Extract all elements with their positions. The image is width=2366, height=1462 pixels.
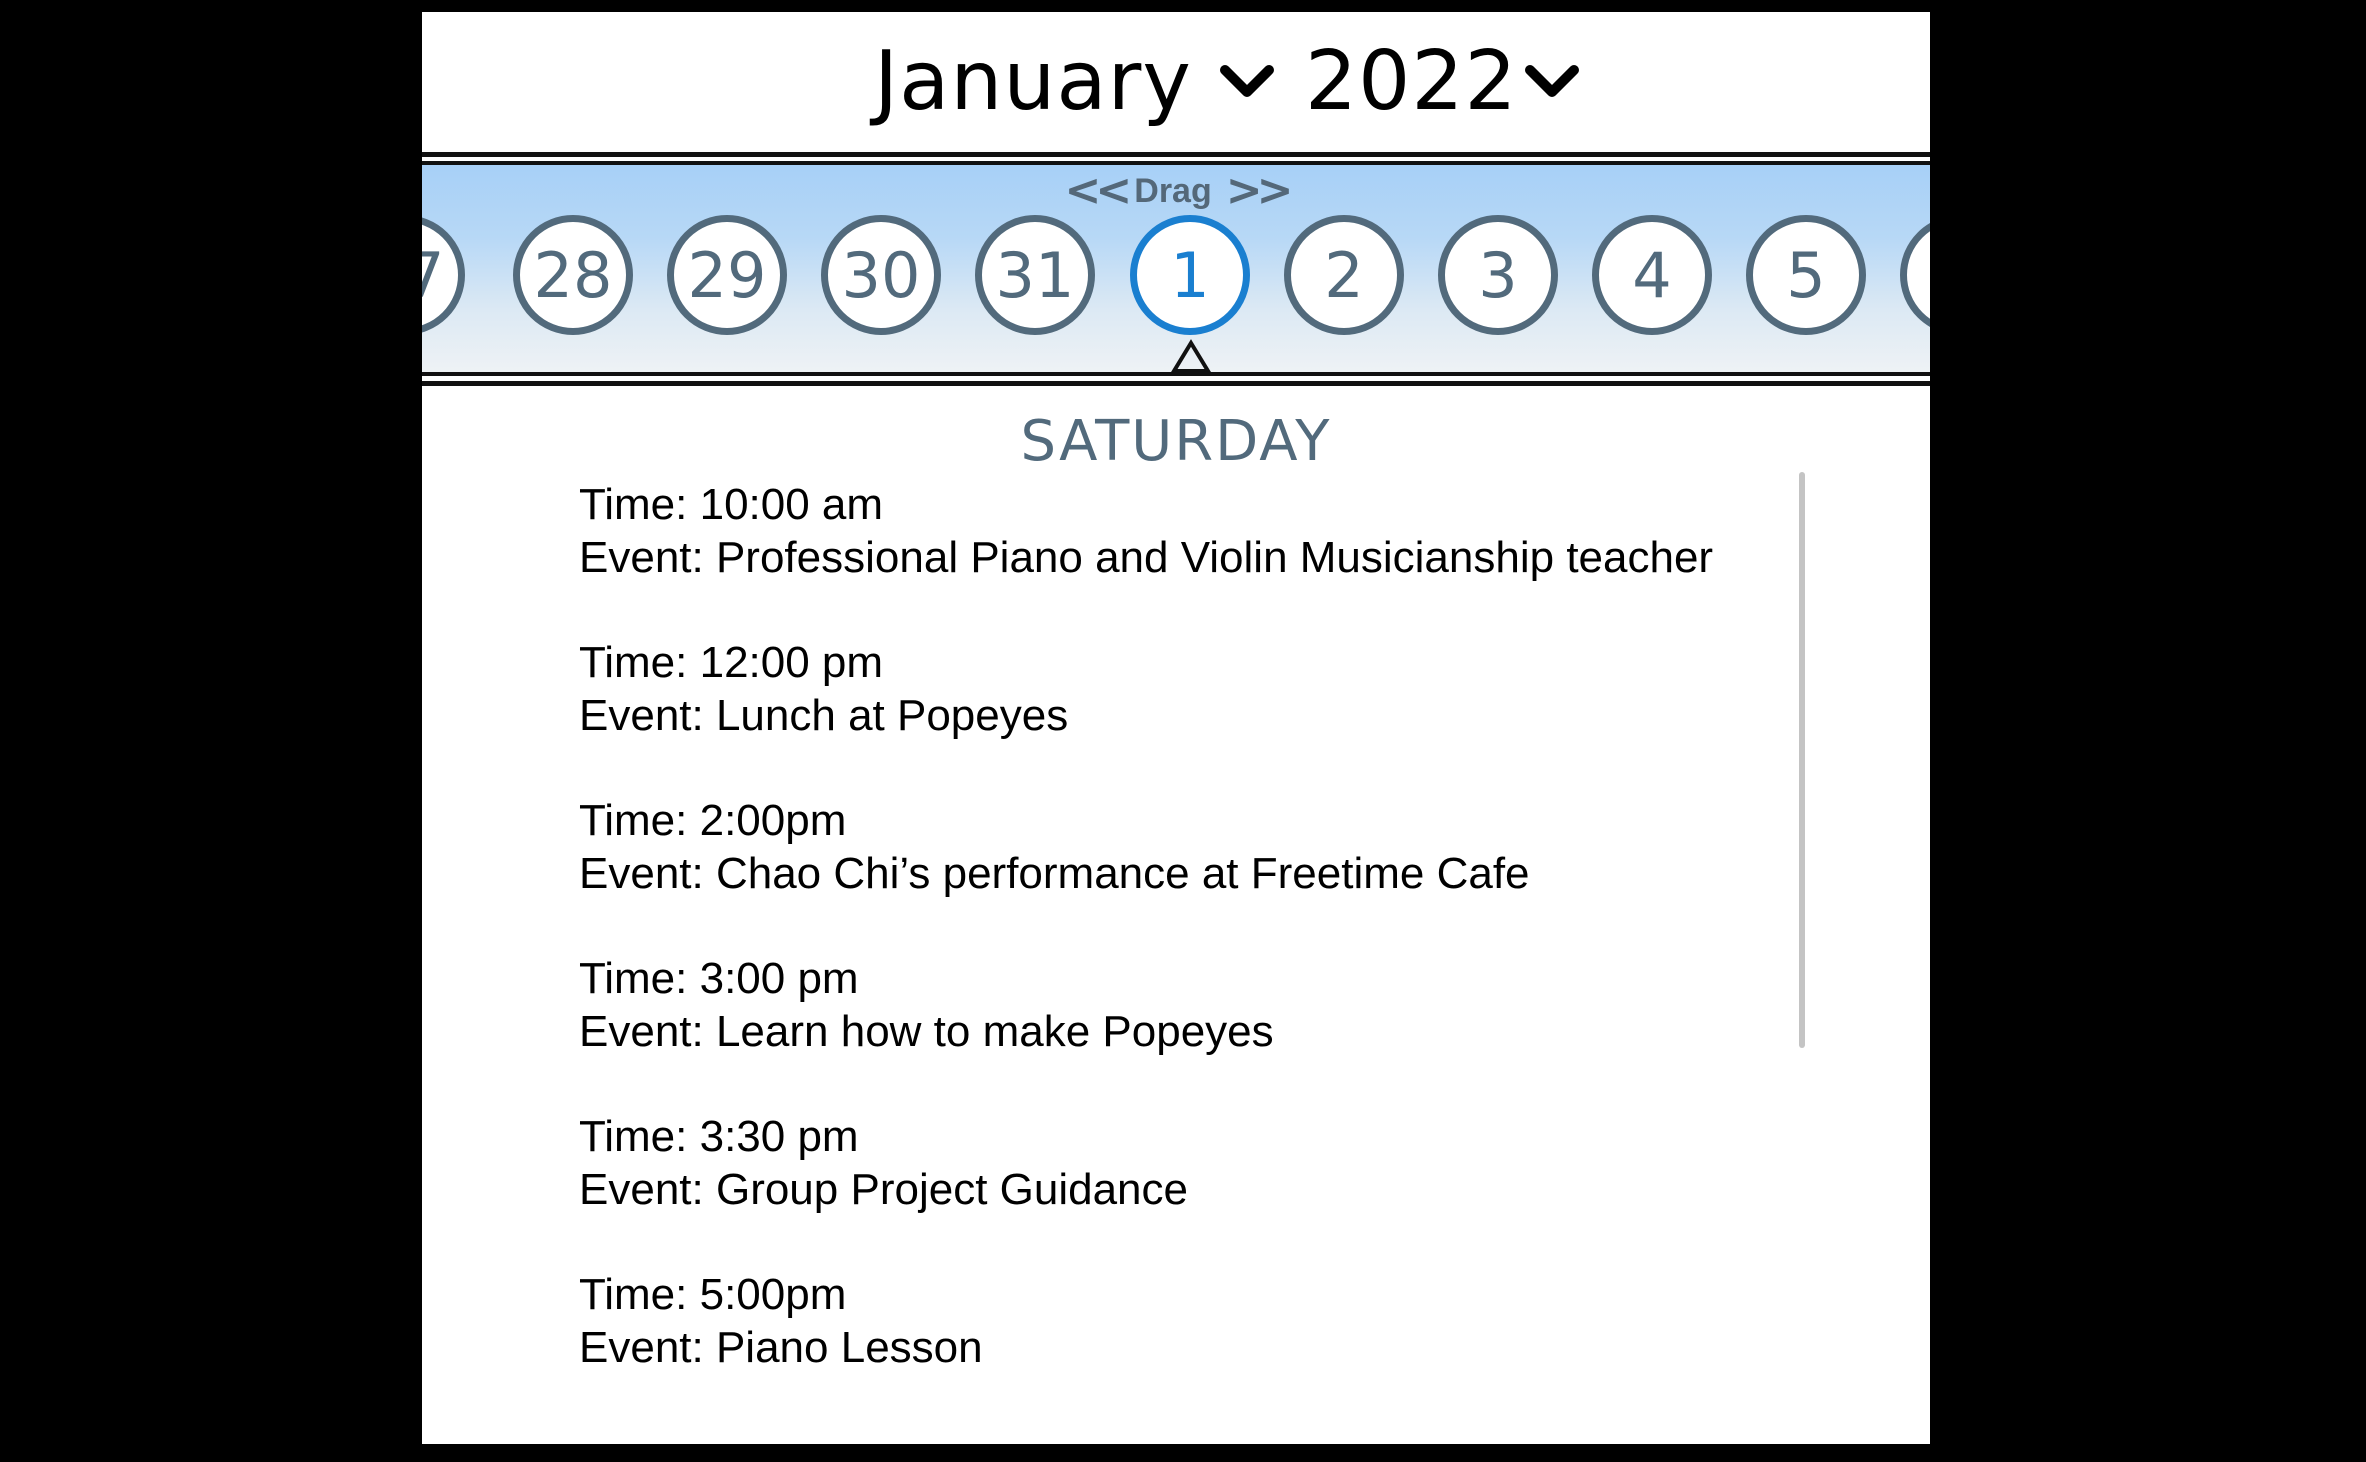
date-strip[interactable]: << Drag >> 27 28 29 30 31 1 2 3 4 5 6	[422, 152, 1930, 388]
list-item: Time: 5:00pm Event: Piano Lesson	[579, 1268, 1739, 1426]
event-time: Time: 10:00 am	[579, 480, 884, 529]
event-title: Event: Piano Lesson	[579, 1323, 983, 1372]
divider	[422, 381, 1930, 386]
event-time: Time: 3:00 pm	[579, 954, 859, 1003]
event-title: Event: Professional Piano and Violin Mus…	[579, 533, 1714, 582]
day-circle[interactable]: 28	[513, 215, 633, 335]
day-circle[interactable]: 3	[1438, 215, 1558, 335]
list-item: Time: 10:00 am Event: Professional Piano…	[579, 478, 1739, 636]
list-item: Time: 3:00 pm Event: Learn how to make P…	[579, 952, 1739, 1110]
chevron-down-icon	[1220, 65, 1274, 97]
day-circle[interactable]: 4	[1592, 215, 1712, 335]
event-list[interactable]: Time: 10:00 am Event: Professional Piano…	[579, 478, 1739, 1426]
drag-hint: << Drag >>	[1062, 165, 1294, 216]
event-title: Event: Chao Chi’s performance at Freetim…	[579, 849, 1530, 898]
weekday-title: SATURDAY	[1020, 409, 1332, 474]
list-item: Time: 12:00 pm Event: Lunch at Popeyes	[579, 636, 1739, 794]
event-title: Event: Group Project Guidance	[579, 1165, 1188, 1214]
year-dropdown[interactable]: 2022	[1305, 32, 1580, 132]
calendar-header: January 2022	[422, 12, 1930, 150]
event-time: Time: 2:00pm	[579, 796, 847, 845]
list-item: Time: 3:30 pm Event: Group Project Guida…	[579, 1110, 1739, 1268]
year-value: 2022	[1305, 34, 1518, 129]
drag-right-arrows-icon: >>	[1225, 165, 1294, 216]
event-title: Event: Lunch at Popeyes	[579, 691, 1069, 740]
event-time: Time: 5:00pm	[579, 1270, 847, 1319]
day-circle[interactable]: 2	[1284, 215, 1404, 335]
day-circle-selected[interactable]: 1	[1130, 215, 1250, 335]
month-value: January	[874, 34, 1192, 129]
day-circle[interactable]: 5	[1746, 215, 1866, 335]
event-title: Event: Learn how to make Popeyes	[579, 1007, 1274, 1056]
drag-left-arrows-icon: <<	[1064, 165, 1133, 216]
scrollbar[interactable]	[1799, 472, 1805, 1048]
list-item: Time: 2:00pm Event: Chao Chi’s performan…	[579, 794, 1739, 952]
month-dropdown[interactable]: January	[874, 32, 1275, 132]
day-circle[interactable]: 31	[975, 215, 1095, 335]
event-time: Time: 12:00 pm	[579, 638, 884, 687]
event-time: Time: 3:30 pm	[579, 1112, 859, 1161]
drag-label: Drag	[1134, 171, 1212, 210]
divider	[422, 372, 1930, 376]
divider	[422, 152, 1930, 157]
chevron-down-icon	[1524, 65, 1579, 97]
day-circle[interactable]: 30	[821, 215, 941, 335]
triangle-up-icon	[1170, 339, 1212, 373]
calendar-panel: January 2022 << Drag >> 27 28 29 30 31 1…	[422, 12, 1930, 1444]
day-circle[interactable]: 29	[667, 215, 787, 335]
